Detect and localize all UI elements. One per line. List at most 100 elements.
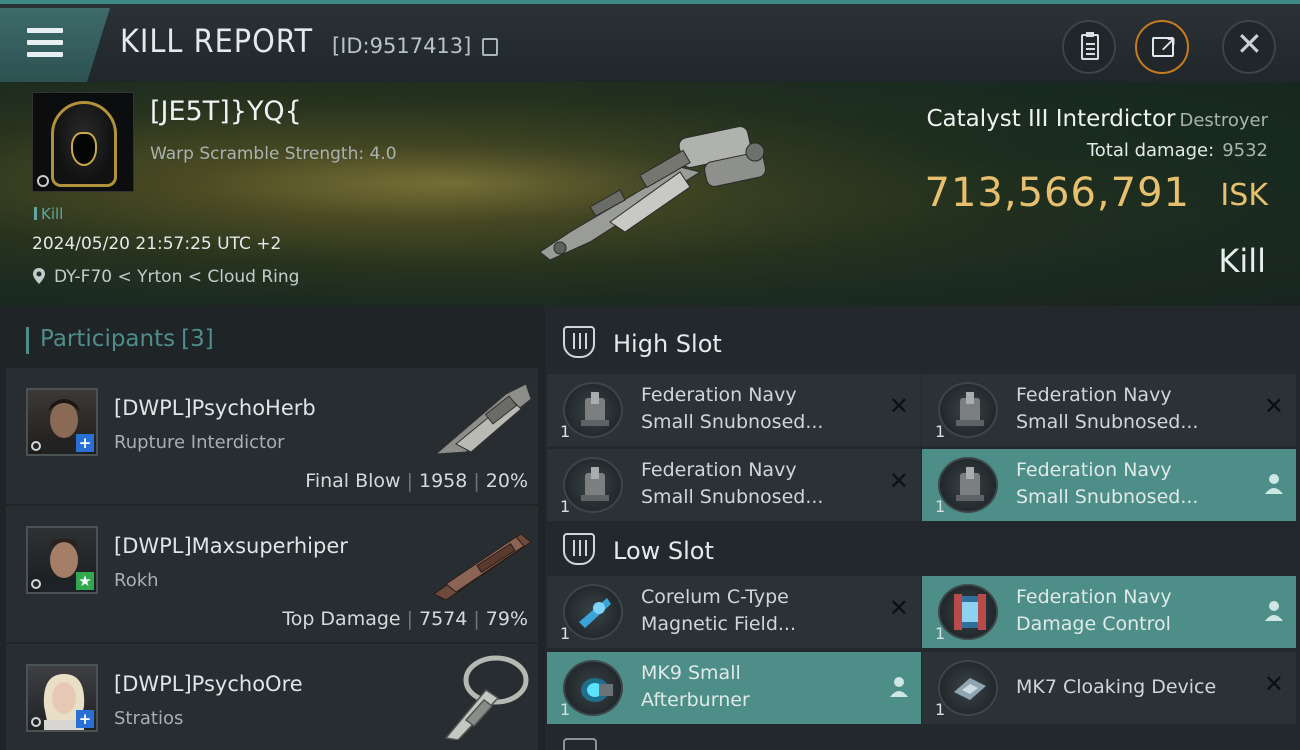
stats-separator: | bbox=[473, 608, 480, 630]
participant-ship-image bbox=[433, 533, 532, 601]
total-damage: Total damage: 9532 bbox=[1087, 140, 1268, 161]
turret-icon bbox=[938, 457, 998, 513]
participant-ship-image bbox=[444, 655, 529, 740]
kill-tag: Kill bbox=[34, 205, 63, 223]
destroyed-icon: ✕ bbox=[888, 467, 909, 495]
module-quantity: 1 bbox=[935, 700, 946, 719]
total-damage-label: Total damage: bbox=[1086, 140, 1215, 161]
victim-ship[interactable]: Catalyst III Interdictor Destroyer bbox=[926, 106, 1268, 132]
damage-control-icon bbox=[938, 584, 998, 640]
participant-ship-image bbox=[434, 383, 532, 455]
participant-name: [DWPL]PsychoOre bbox=[114, 672, 303, 696]
close-button[interactable]: ✕ bbox=[1222, 20, 1276, 74]
share-button[interactable]: ↗ bbox=[1135, 20, 1189, 74]
ship-name: Catalyst III Interdictor bbox=[926, 106, 1176, 132]
low-slot-label: Low Slot bbox=[613, 537, 714, 565]
menu-button[interactable] bbox=[0, 8, 110, 86]
high-slot-header: High Slot bbox=[545, 312, 1300, 372]
participants-header: Participants [3] bbox=[26, 326, 214, 354]
module-slot[interactable]: 1 MK7 Cloaking Device ✕ bbox=[922, 652, 1296, 724]
person-icon bbox=[1265, 474, 1283, 494]
corp-icon bbox=[37, 175, 49, 187]
participant-percent: 79% bbox=[485, 608, 528, 630]
plus-icon: + bbox=[76, 434, 94, 452]
total-damage-value: 9532 bbox=[1222, 140, 1268, 161]
participant-avatar[interactable]: ★ bbox=[26, 526, 98, 594]
participants-panel: Participants [3] + [DWPL]PsychoHerb Ruptu… bbox=[0, 306, 545, 750]
destroyed-icon: ✕ bbox=[1263, 670, 1284, 698]
module-quantity: 1 bbox=[935, 497, 946, 516]
participant-ship: Rupture Interdictor bbox=[114, 432, 285, 453]
victim-avatar[interactable] bbox=[32, 92, 134, 192]
star-icon: ★ bbox=[76, 572, 94, 590]
participant-row[interactable]: + [DWPL]PsychoOre Stratios bbox=[6, 644, 538, 750]
victim-banner: [JE5T]}YQ{ Warp Scramble Strength: 4.0 K… bbox=[0, 82, 1300, 306]
participant-avatar[interactable]: + bbox=[26, 388, 98, 456]
turret-icon bbox=[563, 382, 623, 438]
plus-icon: + bbox=[76, 710, 94, 728]
participant-damage: 7574 bbox=[419, 608, 468, 630]
module-name: Federation Navy Small Snubnosed... bbox=[1016, 459, 1199, 508]
page-title: KILL REPORT bbox=[120, 22, 314, 60]
module-quantity: 1 bbox=[560, 497, 571, 516]
kill-location[interactable]: DY-F70 < Yrton < Cloud Ring bbox=[54, 267, 299, 287]
module-quantity: 1 bbox=[560, 422, 571, 441]
stats-separator: | bbox=[406, 470, 413, 492]
module-quantity: 1 bbox=[935, 422, 946, 441]
module-slot[interactable]: 1 Federation Navy Damage Control bbox=[922, 576, 1296, 648]
top-bar: KILL REPORT [ID:9517413] ↗ ✕ bbox=[0, 0, 1300, 86]
victim-ship-image[interactable] bbox=[530, 112, 780, 262]
fitting-panel: High Slot 1 Federation Navy Small Snubnos… bbox=[545, 306, 1300, 750]
victim-name[interactable]: [JE5T]}YQ{ bbox=[150, 96, 302, 127]
destroyed-icon: ✕ bbox=[1263, 392, 1284, 420]
isk-value: 713,566,791 bbox=[924, 170, 1190, 216]
victim-subtitle: Warp Scramble Strength: 4.0 bbox=[150, 144, 397, 164]
module-name: Federation Navy Damage Control bbox=[1016, 586, 1172, 635]
participant-stats: Top Damage | 7574 | 79% bbox=[282, 608, 528, 630]
participant-role: Top Damage bbox=[282, 608, 401, 630]
participant-ship: Stratios bbox=[114, 708, 184, 729]
module-slot[interactable]: 1 Federation Navy Small Snubnosed... ✕ bbox=[922, 374, 1296, 446]
module-slot[interactable]: 1 MK9 Small Afterburner bbox=[547, 652, 921, 724]
module-slot[interactable]: 1 Federation Navy Small Snubnosed... ✕ bbox=[547, 449, 921, 521]
module-name: MK9 Small Afterburner bbox=[641, 662, 750, 711]
module-name: MK7 Cloaking Device bbox=[1016, 676, 1217, 698]
isk-unit: ISK bbox=[1220, 178, 1268, 213]
magnetic-field-stabilizer-icon bbox=[563, 584, 623, 640]
corp-icon bbox=[31, 441, 41, 451]
stats-separator: | bbox=[473, 470, 480, 492]
participant-avatar[interactable]: + bbox=[26, 664, 98, 732]
module-slot[interactable]: 1 Corelum C-Type Magnetic Field... ✕ bbox=[547, 576, 921, 648]
participants-count: [3] bbox=[181, 326, 214, 352]
module-name: Federation Navy Small Snubnosed... bbox=[641, 384, 824, 433]
participant-row[interactable]: ★ [DWPL]Maxsuperhiper Rokh Top Damage | 75… bbox=[6, 506, 538, 642]
participant-percent: 20% bbox=[485, 470, 528, 492]
high-slot-label: High Slot bbox=[613, 330, 722, 358]
participant-name: [DWPL]Maxsuperhiper bbox=[114, 534, 348, 558]
participant-role: Final Blow bbox=[305, 470, 401, 492]
afterburner-icon bbox=[563, 660, 623, 716]
high-slot-icon bbox=[563, 326, 595, 358]
participant-name: [DWPL]PsychoHerb bbox=[114, 396, 316, 420]
stats-separator: | bbox=[406, 608, 413, 630]
module-slot[interactable]: 1 Federation Navy Small Snubnosed... bbox=[922, 449, 1296, 521]
destroyed-icon: ✕ bbox=[888, 594, 909, 622]
corp-icon bbox=[31, 717, 41, 727]
module-name: Federation Navy Small Snubnosed... bbox=[1016, 384, 1199, 433]
person-icon bbox=[890, 677, 908, 697]
location-pin-icon bbox=[33, 268, 45, 284]
person-icon bbox=[1265, 601, 1283, 621]
copy-icon[interactable] bbox=[482, 38, 498, 56]
participant-row[interactable]: + [DWPL]PsychoHerb Rupture Interdictor F… bbox=[6, 368, 538, 504]
cloaking-device-icon bbox=[938, 660, 998, 716]
corp-icon bbox=[31, 579, 41, 589]
module-slot[interactable]: 1 Federation Navy Small Snubnosed... ✕ bbox=[547, 374, 921, 446]
clipboard-button[interactable] bbox=[1062, 20, 1116, 74]
low-slot-icon bbox=[563, 533, 595, 565]
turret-icon bbox=[938, 382, 998, 438]
module-quantity: 1 bbox=[560, 624, 571, 643]
destroyed-icon: ✕ bbox=[888, 392, 909, 420]
participant-stats: Final Blow | 1958 | 20% bbox=[305, 470, 528, 492]
kill-id: [ID:9517413] bbox=[332, 34, 472, 58]
hooded-portrait bbox=[51, 101, 117, 187]
